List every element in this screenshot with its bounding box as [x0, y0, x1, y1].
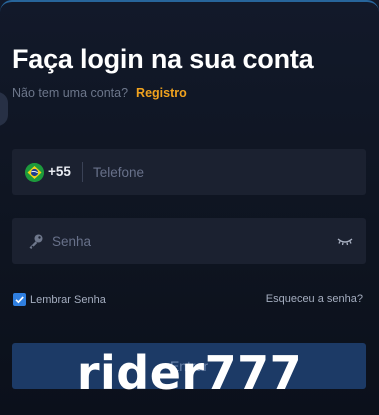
side-drawer-handle[interactable] [0, 92, 8, 126]
password-field [12, 218, 366, 264]
forgot-password-link[interactable]: Esqueceu a senha? [266, 293, 363, 305]
login-screen: Faça login na sua conta Não tem uma cont… [0, 0, 379, 415]
register-link[interactable]: Registro [136, 86, 187, 100]
top-border-accent [0, 0, 379, 12]
remember-password-toggle[interactable]: Lembrar Senha [13, 293, 106, 306]
key-icon [27, 232, 45, 250]
password-input[interactable] [52, 218, 332, 264]
remember-checkbox[interactable] [13, 293, 26, 306]
phone-input[interactable] [93, 149, 353, 195]
brazil-flag-icon[interactable] [25, 163, 44, 182]
login-button-label: Entrar [169, 358, 209, 374]
field-divider [82, 162, 83, 182]
eye-closed-icon[interactable] [337, 235, 353, 247]
register-prompt: Não tem uma conta? Registro [12, 86, 187, 100]
remember-label: Lembrar Senha [30, 293, 106, 306]
login-button[interactable]: Entrar [12, 343, 366, 389]
phone-field: +55 [12, 149, 366, 195]
page-title: Faça login na sua conta [12, 44, 314, 74]
country-code[interactable]: +55 [48, 164, 71, 179]
no-account-text: Não tem uma conta? [12, 86, 129, 100]
